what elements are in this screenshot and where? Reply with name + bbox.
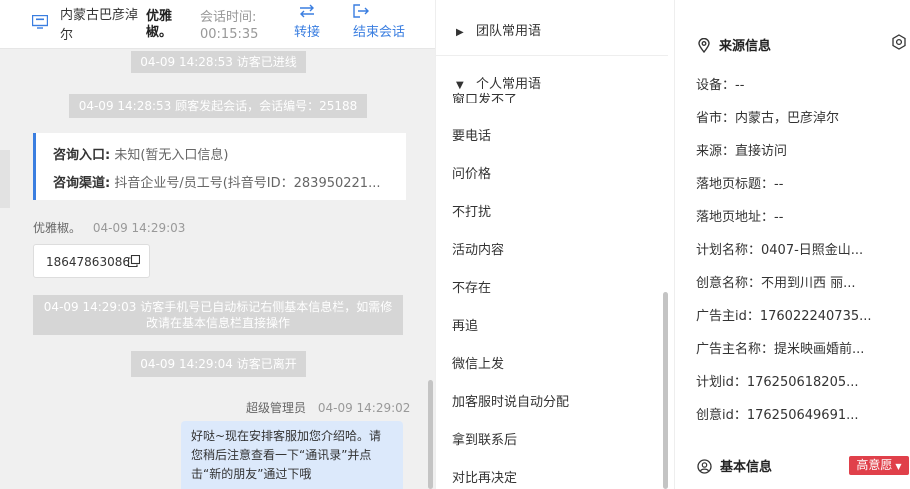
basic-info-label: 基本信息 xyxy=(720,460,773,475)
source-info-label: 来源信息 xyxy=(719,39,772,54)
phrases-panel: ▶ 团队常用语 ▼ 个人常用语 窗口发不了 要电话 问价格 不打扰 活动内容 不存在 再追 微信… xyxy=(435,0,675,489)
transfer-label: 转接 xyxy=(294,25,321,40)
info-row: 创意id：176250649691... xyxy=(696,408,859,423)
divider xyxy=(436,55,668,56)
sender-name: 超级管理员 xyxy=(246,401,307,415)
info-row: 落地页标题：-- xyxy=(696,177,784,192)
source-info-title: 来源信息 xyxy=(697,35,771,54)
chat-header: 内蒙古巴彦淖尔 优雅椒。 会话时间: 00:15:35 转接 结束会话 xyxy=(0,0,435,49)
caret-down-icon: ▼ xyxy=(895,462,902,471)
phrase-item[interactable]: 再追 xyxy=(452,315,478,334)
basic-info-title: 基本信息 xyxy=(697,456,772,475)
info-row: 广告主id：176022240735... xyxy=(696,309,872,324)
consult-entry-row: 咨询入口: 未知(暂无入口信息) xyxy=(53,144,229,163)
consult-channel-row: 咨询渠道: 抖音企业号/员工号(抖音号ID：283950221... xyxy=(53,172,380,191)
session-time-label: 会话时间: xyxy=(200,10,257,25)
phrase-item[interactable]: 加客服时说自动分配 xyxy=(452,391,569,410)
message-time: 04-09 14:29:02 xyxy=(317,401,411,415)
message-bubble: 好哒~现在安排客服加您介绍哈。请您稍后注意查看一下“通讯录”并点击“新的朋友”通… xyxy=(181,421,403,489)
eye-icon[interactable] xyxy=(891,34,907,50)
team-phrases-group[interactable]: ▶ 团队常用语 xyxy=(456,20,541,39)
phrases-scrollbar[interactable] xyxy=(663,292,668,489)
monitor-icon xyxy=(32,15,48,29)
phrase-item[interactable]: 问价格 xyxy=(452,163,491,182)
message-time: 04-09 14:29:03 xyxy=(92,221,186,235)
phone-number: 18647863086 xyxy=(46,255,130,269)
triangle-right-icon: ▶ xyxy=(456,27,464,38)
system-message: 04-09 14:28:53 顾客发起会话，会话编号：25188 xyxy=(69,94,367,118)
chat-panel: 内蒙古巴彦淖尔 优雅椒。 会话时间: 00:15:35 转接 结束会话 04-0… xyxy=(0,0,435,489)
end-session-button[interactable]: 结束会话 xyxy=(353,4,405,40)
consult-channel-label: 咨询渠道: xyxy=(53,176,111,191)
exit-icon xyxy=(353,4,369,18)
message-meta: 超级管理员 04-09 14:29:02 xyxy=(246,399,410,416)
phrase-item[interactable]: 对比再决定 xyxy=(452,467,517,486)
visitor-name: 优雅椒。 xyxy=(146,9,173,40)
info-panel: 来源信息 设备：-- 省市：内蒙古，巴彦淖尔 来源：直接访问 落地页标题：-- 落地页地… xyxy=(674,0,910,489)
phrase-item[interactable]: 拿到联系后 xyxy=(452,429,517,448)
info-row: 创意名称：不用到川西 丽... xyxy=(696,276,856,291)
visitor-location: 内蒙古巴彦淖尔 xyxy=(60,8,139,43)
phrase-item[interactable]: 窗口发不了 xyxy=(452,88,517,103)
user-icon xyxy=(697,459,712,474)
chat-scrollbar[interactable] xyxy=(428,380,433,489)
sender-name: 优雅椒。 xyxy=(33,221,82,235)
info-row: 计划id：176250618205... xyxy=(696,375,859,390)
intent-label: 高意愿 xyxy=(856,458,893,472)
consult-channel-value: 抖音企业号/员工号(抖音号ID：283950221... xyxy=(114,176,381,191)
consult-entry-label: 咨询入口: xyxy=(53,148,111,163)
transfer-icon xyxy=(300,4,314,18)
system-message: 04-09 14:28:53 访客已进线 xyxy=(131,51,306,73)
info-row: 计划名称：0407-日照金山... xyxy=(696,243,864,258)
phrase-item[interactable]: 不打扰 xyxy=(452,201,491,220)
system-message: 04-09 14:29:03 访客手机号已自动标记右侧基本信息栏，如需修改请在基… xyxy=(33,295,403,335)
consult-entry-value: 未知(暂无入口信息) xyxy=(114,148,229,163)
copy-icon[interactable] xyxy=(128,255,140,267)
selection-indicator xyxy=(0,150,10,208)
phone-message[interactable]: 18647863086 xyxy=(33,244,150,278)
info-row: 设备：-- xyxy=(696,78,745,93)
phrase-item[interactable]: 要电话 xyxy=(452,125,491,144)
session-time-value: 00:15:35 xyxy=(200,27,259,42)
phrase-item[interactable]: 不存在 xyxy=(452,277,491,296)
end-session-label: 结束会话 xyxy=(353,25,406,40)
team-phrases-label: 团队常用语 xyxy=(476,24,542,39)
transfer-button[interactable]: 转接 xyxy=(294,4,320,40)
location-icon xyxy=(698,37,710,54)
consult-info-card: 咨询入口: 未知(暂无入口信息) 咨询渠道: 抖音企业号/员工号(抖音号ID：2… xyxy=(33,133,406,200)
info-row: 来源：直接访问 xyxy=(696,144,788,159)
system-message: 04-09 14:29:04 访客已离开 xyxy=(131,351,306,377)
intent-badge[interactable]: 高意愿 ▼ xyxy=(849,456,909,475)
phrase-item[interactable]: 微信上发 xyxy=(452,353,504,372)
info-row: 广告主名称：提米映画婚前... xyxy=(696,342,865,357)
info-row: 落地页地址：-- xyxy=(696,210,784,225)
info-row: 省市：内蒙古，巴彦淖尔 xyxy=(696,111,840,126)
message-meta: 优雅椒。 04-09 14:29:03 xyxy=(33,219,185,236)
phrase-item[interactable]: 活动内容 xyxy=(452,239,504,258)
